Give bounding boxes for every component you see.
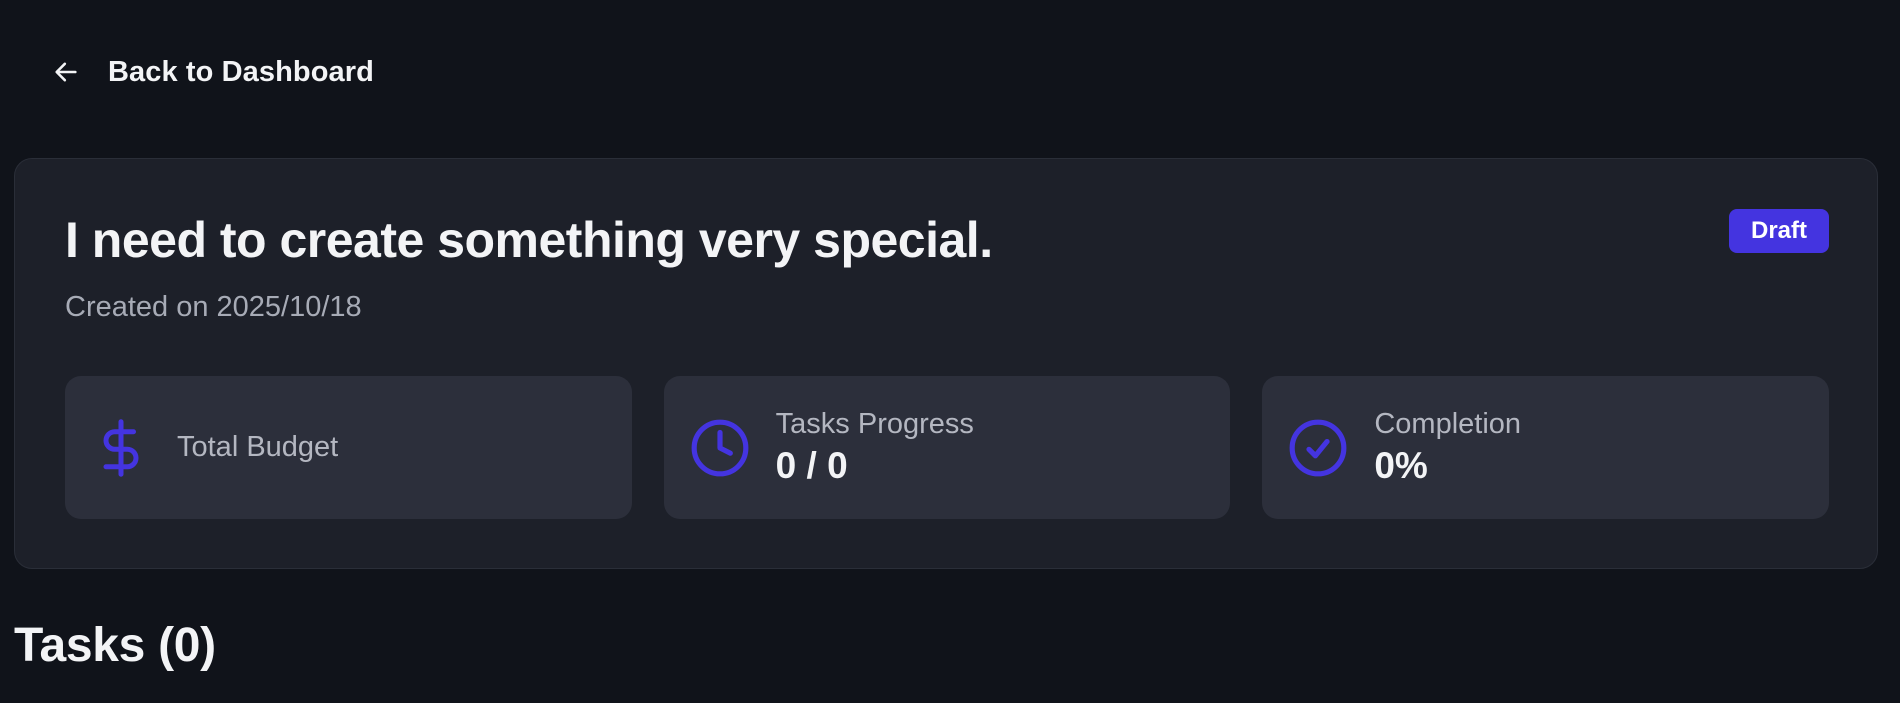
tasks-heading: Tasks (0)	[14, 619, 216, 672]
stat-value: 0 / 0	[775, 445, 848, 486]
stats-row: Total Budget Tasks Progress 0 / 0 Comple…	[65, 376, 1830, 519]
arrow-left-icon	[50, 56, 82, 88]
stat-text: Tasks Progress 0 / 0	[776, 408, 974, 487]
project-card: I need to create something very special.…	[14, 158, 1878, 569]
status-badge: Draft	[1728, 209, 1829, 253]
back-link-label: Back to Dashboard	[108, 55, 374, 88]
stat-card-tasks-progress: Tasks Progress 0 / 0	[663, 376, 1231, 519]
stat-card-completion: Completion 0%	[1262, 376, 1830, 519]
check-circle-icon	[1286, 416, 1350, 480]
stat-label: Completion	[1374, 408, 1522, 440]
stat-card-total-budget: Total Budget	[65, 376, 632, 519]
back-to-dashboard-link[interactable]: Back to Dashboard	[40, 46, 384, 98]
stat-value: 0%	[1374, 445, 1428, 486]
stat-label: Tasks Progress	[775, 408, 974, 440]
dollar-icon	[89, 416, 153, 480]
created-date: Created on 2025/10/18	[65, 291, 362, 323]
stat-label: Total Budget	[177, 431, 339, 463]
stat-text: Total Budget	[177, 431, 338, 464]
project-title: I need to create something very special.	[65, 212, 993, 268]
stat-text: Completion 0%	[1374, 408, 1521, 487]
clock-icon	[688, 416, 752, 480]
